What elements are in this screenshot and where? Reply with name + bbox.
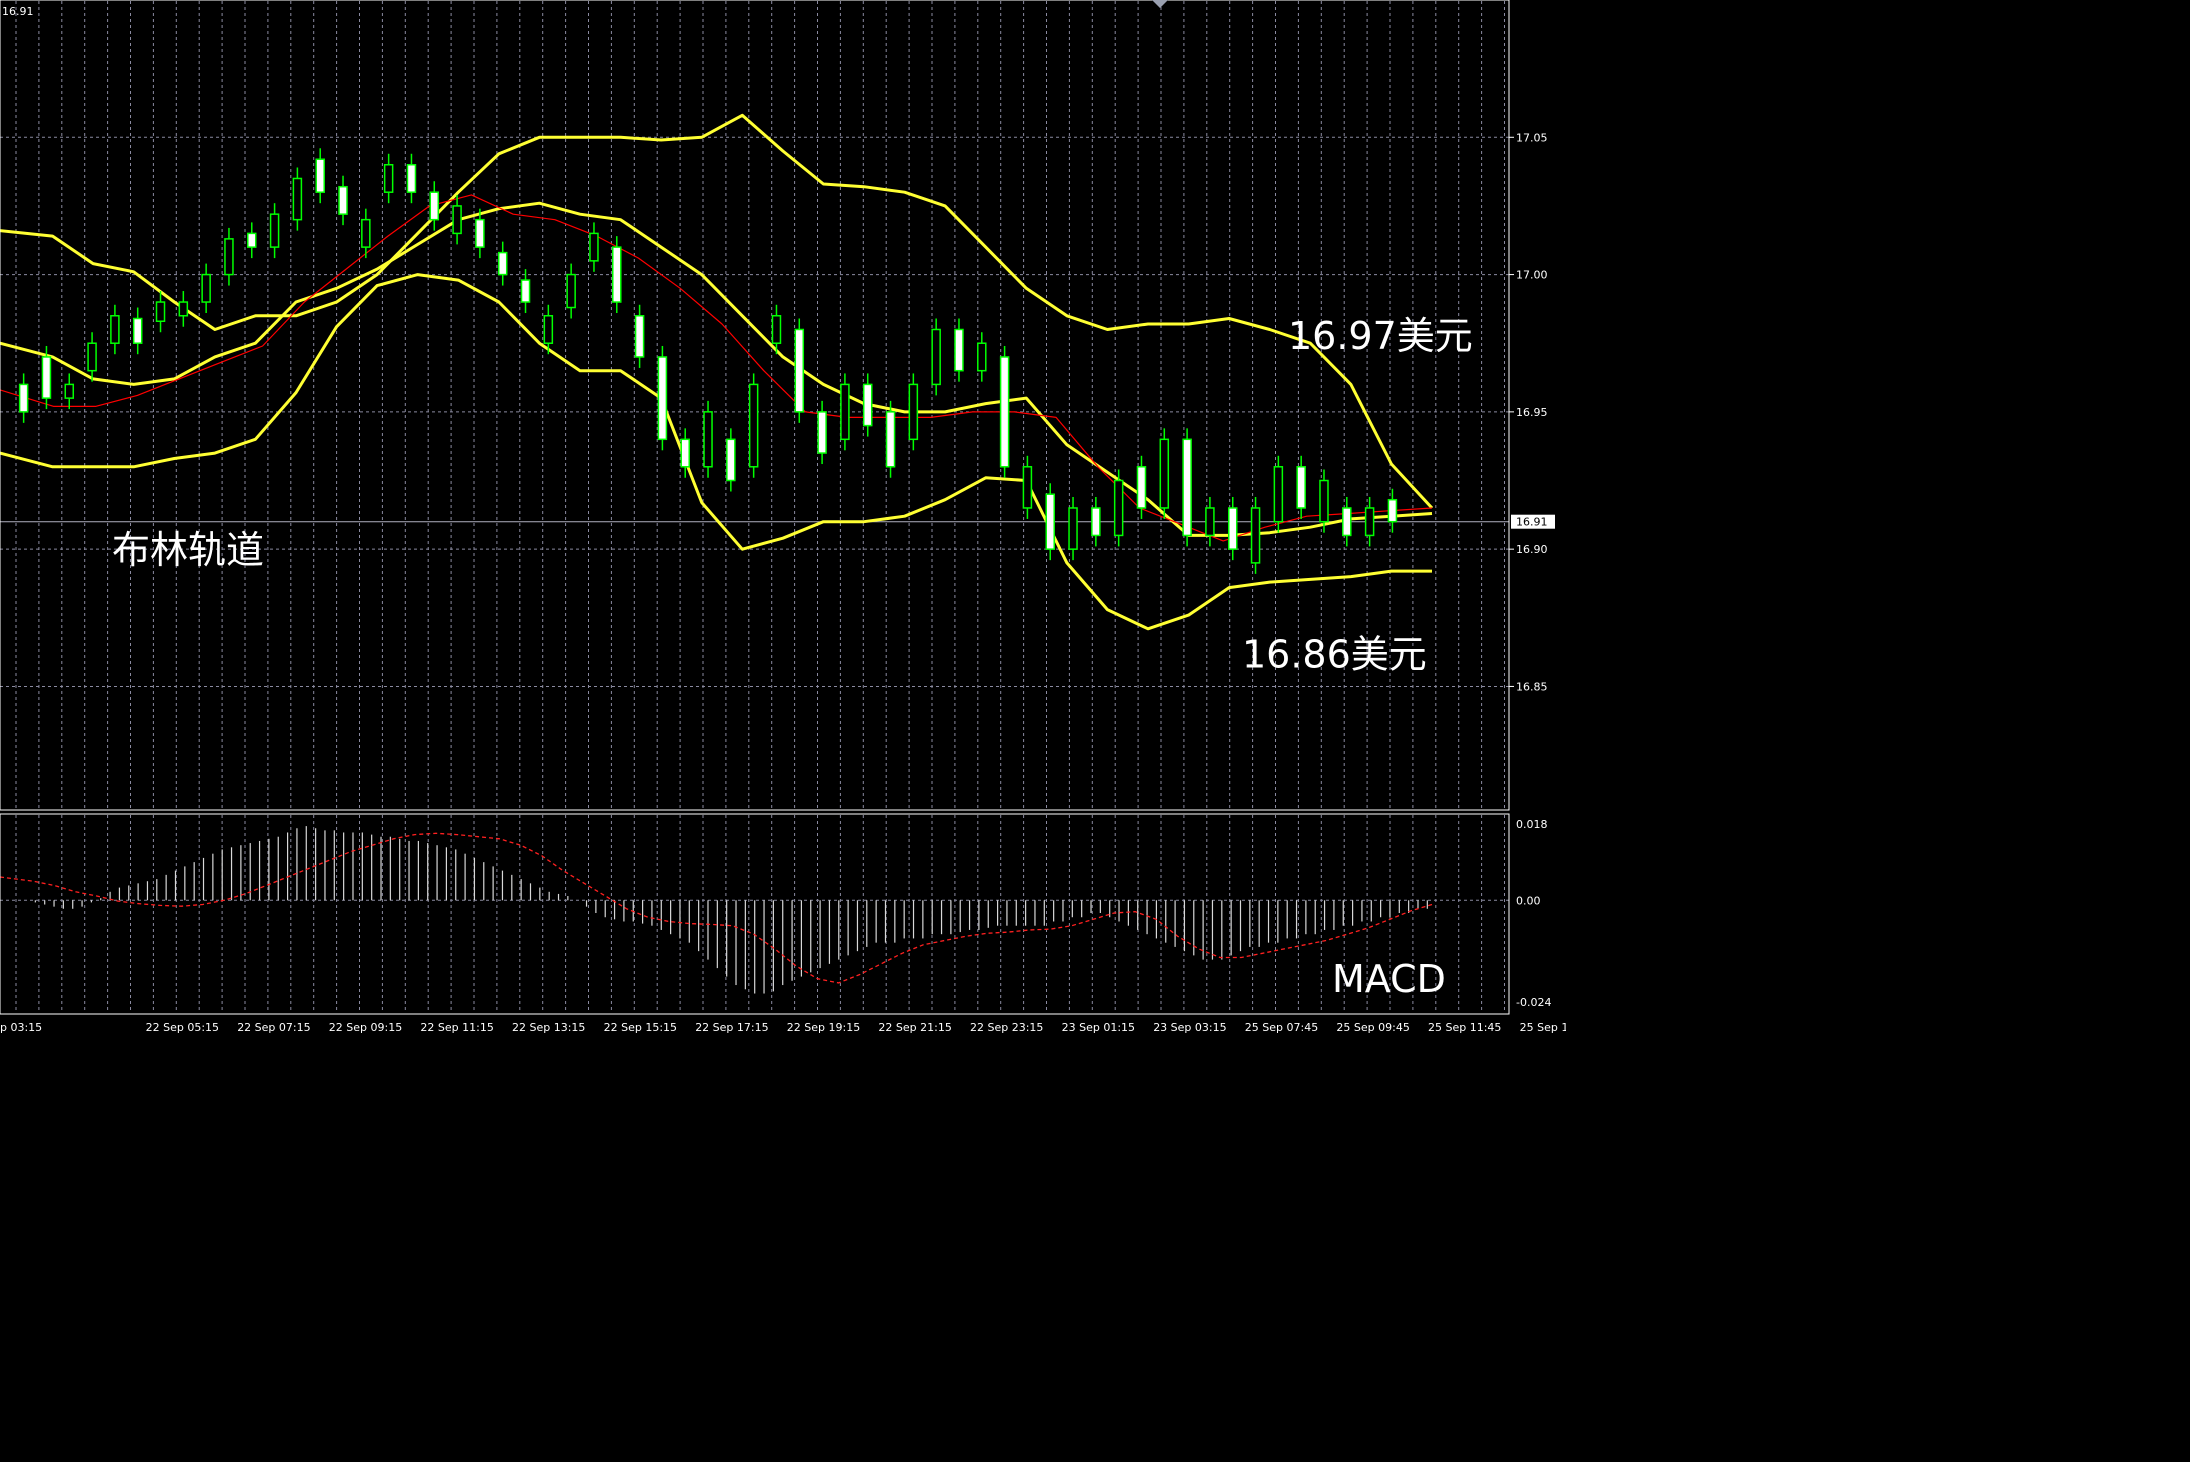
x-tick-label: 22 Sep 07:15 [237,1021,310,1034]
candle-body [1296,466,1306,509]
candle-body [931,328,941,386]
candle-body [132,317,143,344]
candle-body [543,315,554,344]
candle-body [634,315,645,358]
candle-body [497,251,508,276]
candle-body [1319,479,1329,523]
candle-body [977,342,987,372]
top-left-price-label: 16.91 [2,5,34,18]
x-tick-label: 25 Sep 07:45 [1245,1021,1318,1034]
x-tick-label: 22 Sep 23:15 [970,1021,1043,1034]
candle-body [1273,466,1284,523]
candle-body [771,315,782,344]
x-tick-label: 22 Sep 09:15 [329,1021,402,1034]
macd-y-tick-label: -0.024 [1516,996,1551,1009]
candle-body [247,232,257,248]
x-tick-label: 22 Sep 21:15 [878,1021,951,1034]
x-tick-label: 22 Sep 05:15 [146,1021,219,1034]
x-tick-label: 25 Sep 11:45 [1428,1021,1501,1034]
candle-body [657,356,668,441]
candle-body [726,438,736,482]
macd-y-tick-label: 0.018 [1516,818,1548,831]
candle-body [224,238,234,276]
chart-svg: 17.05 17.00 16.95 16.90 16.85 16.91 0.018 0.00 -… [0,0,1593,1046]
x-tick-label: 23 Sep 03:15 [1153,1021,1226,1034]
candle-body [1113,479,1124,537]
candle-body [292,177,303,221]
candle-body [475,218,485,248]
candle-body [41,356,52,399]
candle-body [361,218,371,248]
candle-body [429,191,440,221]
candle-body [1250,507,1261,564]
annotation-bollinger: 布林轨道 [112,528,264,572]
candle-body [1022,466,1033,509]
macd-label: MACD [1332,957,1446,1001]
x-tick-label: p 03:15 [0,1021,42,1034]
candle-body [18,383,29,413]
candle-body [794,328,805,413]
candle-body [1342,507,1352,537]
candle-body [612,246,622,303]
y-tick-label: 17.00 [1516,269,1548,282]
x-tick-label: 22 Sep 19:15 [787,1021,860,1034]
candle-body [1045,493,1055,550]
candle-body [155,301,166,323]
x-tick-label: 22 Sep 13:15 [512,1021,585,1034]
candle-body [999,356,1010,468]
candle-body [1387,498,1398,523]
candle-body [383,163,394,193]
x-tick-label: 25 Sep 13:45 [1520,1021,1566,1034]
candle-body [201,273,211,303]
candle-body [87,342,97,372]
candle-body [1091,507,1101,537]
candle-body [110,315,120,344]
candle-body [406,163,417,193]
y-tick-label: 16.90 [1516,543,1548,556]
candle-body [1136,466,1147,509]
macd-y-tick-label: 0.00 [1516,894,1541,907]
candle-body [1227,507,1238,550]
candle-body [954,328,964,372]
candle-body [703,411,713,468]
candle-body [566,273,576,309]
candle-body [1159,438,1170,509]
candle-body [520,279,531,303]
x-tick-label: 25 Sep 09:45 [1336,1021,1409,1034]
y-tick-label: 16.95 [1516,406,1548,419]
candle-body [748,383,759,468]
candle-body [862,383,873,427]
candle-body [178,301,189,317]
candle-body [269,213,280,248]
candle-body [1205,507,1215,537]
candle-body [338,185,348,215]
candle-body [680,438,690,468]
candle-body [1068,507,1078,550]
candle-body [315,158,325,193]
y-tick-label: 17.05 [1516,131,1548,144]
chart-window: 17.05 17.00 16.95 16.90 16.85 16.91 0.018 0.00 -… [0,0,1593,1046]
candle-body [817,411,827,454]
candle-body [840,383,850,441]
candle-body [885,411,896,468]
candle-body [64,383,75,399]
x-tick-label: 23 Sep 01:15 [1062,1021,1135,1034]
x-tick-label: 22 Sep 11:15 [420,1021,493,1034]
annotation-upper-target: 16.97美元 [1288,314,1473,358]
candle-body [452,205,462,235]
annotation-lower-target: 16.86美元 [1242,633,1427,677]
x-tick-label: 22 Sep 17:15 [695,1021,768,1034]
y-tick-label: 16.85 [1516,680,1548,693]
candle-body [1182,438,1192,537]
candle-body [589,232,599,262]
candle-body [908,383,919,441]
x-tick-label: 22 Sep 15:15 [604,1021,677,1034]
current-price-label: 16.91 [1516,516,1548,529]
candle-body [1364,507,1375,537]
